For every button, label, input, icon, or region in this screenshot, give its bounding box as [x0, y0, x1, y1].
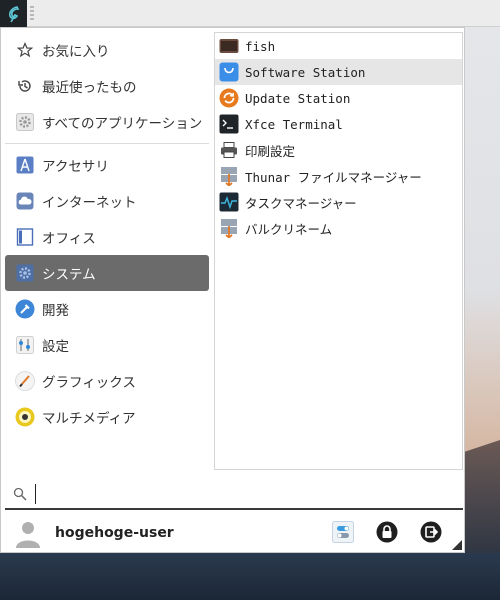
settings-manager-button[interactable]: [331, 520, 355, 544]
category-label: すべてのアプリケーション: [42, 116, 203, 132]
category-label: 最近使ったもの: [42, 80, 137, 96]
category-label: オフィス: [42, 231, 96, 247]
app-item-thunar[interactable]: Thunar ファイルマネージャー: [215, 163, 462, 189]
category-label: 開発: [42, 303, 69, 319]
app-label: Software Station: [245, 64, 366, 80]
file-manager-icon: [218, 165, 240, 187]
search-icon: [13, 487, 33, 501]
category-settings[interactable]: 設定: [5, 327, 209, 363]
category-label: アクセサリ: [42, 159, 109, 175]
task-manager-icon: [218, 191, 240, 213]
log-out-button[interactable]: [419, 520, 443, 544]
lock-screen-button[interactable]: [375, 520, 399, 544]
category-label: マルチメディア: [42, 411, 136, 427]
category-favorites[interactable]: お気に入り: [5, 32, 209, 68]
category-label: 設定: [42, 339, 69, 355]
panel-handle[interactable]: [30, 6, 34, 20]
application-list: fish Software Station Update Station Xfc…: [214, 32, 463, 470]
app-label: Thunar ファイルマネージャー: [245, 169, 422, 185]
brush-icon: [15, 371, 35, 391]
app-label: fish: [245, 38, 276, 54]
category-graphics[interactable]: グラフィックス: [5, 363, 209, 399]
accessories-icon: [15, 155, 35, 175]
lock-icon: [376, 521, 398, 543]
document-icon: [15, 227, 35, 247]
category-accessories[interactable]: アクセサリ: [5, 147, 209, 183]
category-office[interactable]: オフィス: [5, 219, 209, 255]
resize-grip-icon[interactable]: [452, 540, 462, 550]
category-internet[interactable]: インターネット: [5, 183, 209, 219]
hammer-icon: [15, 299, 35, 319]
app-item-print-settings[interactable]: 印刷設定: [215, 137, 462, 163]
update-icon: [218, 87, 240, 109]
cloud-icon: [15, 191, 35, 211]
app-item-task-manager[interactable]: タスクマネージャー: [215, 189, 462, 215]
whisker-menu-button[interactable]: [0, 0, 27, 27]
desktop-bottom: [0, 553, 500, 600]
app-item-software-station[interactable]: Software Station: [215, 59, 462, 85]
avatar: [16, 522, 40, 548]
app-label: Update Station: [245, 90, 351, 106]
category-multimedia[interactable]: マルチメディア: [5, 399, 209, 435]
terminal-fish-icon: [218, 35, 240, 57]
category-recent[interactable]: 最近使ったもの: [5, 68, 209, 104]
top-panel: [0, 0, 500, 27]
category-list: お気に入り 最近使ったもの すべてのアプリケーション アクセサリ インターネット…: [5, 32, 209, 435]
history-icon: [15, 76, 35, 96]
search-input[interactable]: [35, 484, 435, 504]
app-label: タスクマネージャー: [245, 195, 357, 211]
toggle-settings-icon: [332, 521, 354, 543]
app-label: Xfce Terminal: [245, 116, 343, 132]
app-label: バルクリネーム: [245, 221, 333, 237]
star-icon: [15, 40, 35, 60]
app-item-bulk-rename[interactable]: バルクリネーム: [215, 215, 462, 241]
bulk-rename-icon: [218, 217, 240, 239]
gear-icon: [15, 263, 35, 283]
app-item-fish[interactable]: fish: [215, 33, 462, 59]
app-item-update-station[interactable]: Update Station: [215, 85, 462, 111]
app-label: 印刷設定: [245, 143, 296, 159]
category-label: お気に入り: [42, 44, 110, 60]
printer-icon: [218, 139, 240, 161]
menu-footer: hogehoge-user: [5, 515, 463, 551]
speaker-icon: [15, 407, 35, 427]
software-bag-icon: [218, 61, 240, 83]
mouse-logo-icon: [8, 5, 19, 22]
terminal-icon: [218, 113, 240, 135]
whisker-menu: お気に入り 最近使ったもの すべてのアプリケーション アクセサリ インターネット…: [0, 27, 465, 553]
category-label: インターネット: [42, 195, 137, 211]
settings-icon: [15, 335, 35, 355]
username: hogehoge-user: [55, 525, 174, 541]
category-label: システム: [42, 267, 96, 283]
category-all-applications[interactable]: すべてのアプリケーション: [5, 104, 209, 140]
app-item-xfce-terminal[interactable]: Xfce Terminal: [215, 111, 462, 137]
category-development[interactable]: 開発: [5, 291, 209, 327]
search-bar: [5, 480, 463, 510]
category-system[interactable]: システム: [5, 255, 209, 291]
logout-icon: [420, 521, 442, 543]
gear-icon: [15, 112, 35, 132]
category-label: グラフィックス: [42, 375, 136, 391]
separator: [5, 143, 209, 144]
